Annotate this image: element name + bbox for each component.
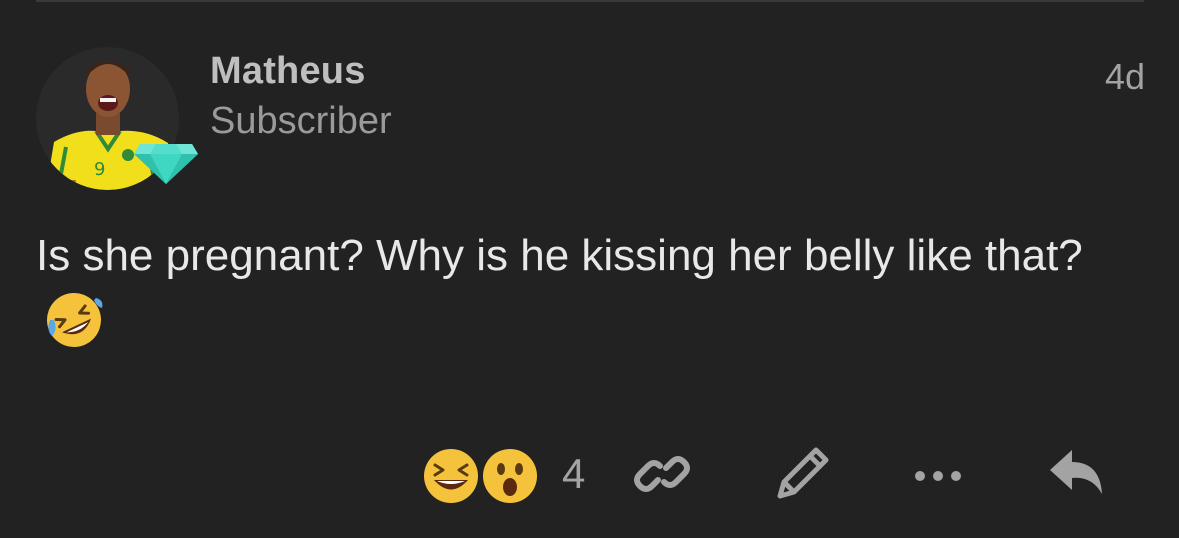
diamond-badge-icon <box>134 138 198 186</box>
pencil-icon[interactable] <box>772 444 832 504</box>
user-title: Subscriber <box>210 100 392 142</box>
svg-text:9: 9 <box>94 159 105 180</box>
more-options-icon[interactable] <box>908 444 968 504</box>
forum-post: 9 Matheus Subscriber 4d Is she pregnant?… <box>0 0 1179 538</box>
post-actions: 4 <box>0 440 1179 510</box>
laughing-face-icon[interactable] <box>422 447 480 505</box>
reaction-count[interactable]: 4 <box>562 450 585 498</box>
post-timestamp[interactable]: 4d <box>1105 56 1145 98</box>
username[interactable]: Matheus <box>210 50 366 93</box>
surprised-face-icon[interactable] <box>481 447 539 505</box>
rolling-on-the-floor-laughing-icon <box>44 290 104 350</box>
link-icon[interactable] <box>632 444 692 504</box>
reply-icon[interactable] <box>1046 444 1106 504</box>
post-text: Is she pregnant? Why is he kissing her b… <box>36 231 1083 280</box>
post-body: Is she pregnant? Why is he kissing her b… <box>36 222 1116 358</box>
